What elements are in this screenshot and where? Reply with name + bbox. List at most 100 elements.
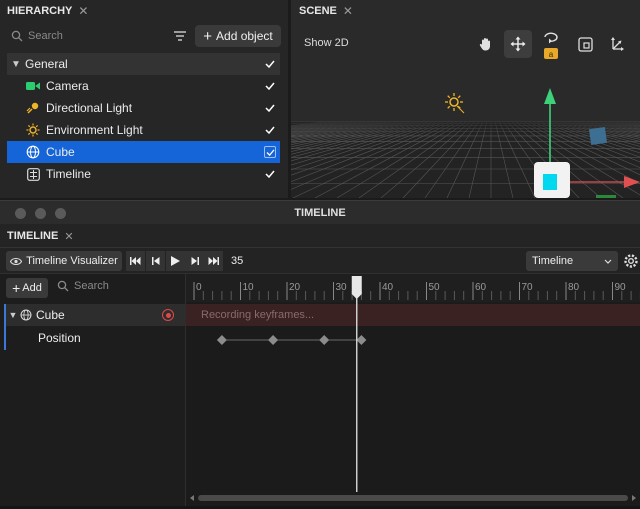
timeline-select[interactable]: Timeline — [526, 251, 618, 271]
distant-cube[interactable] — [588, 126, 608, 146]
track-search-input[interactable] — [74, 280, 174, 292]
keyframe[interactable] — [356, 335, 367, 345]
scale-tool-button[interactable] — [571, 30, 599, 58]
tree-item-environment-light[interactable]: Environment Light — [7, 119, 280, 141]
scroll-left-icon[interactable] — [190, 495, 194, 501]
transform-icon — [611, 37, 624, 51]
scroll-right-icon[interactable] — [632, 495, 636, 501]
timeline-tab[interactable]: TIMELINE ✕ — [7, 230, 74, 243]
track-row-cube[interactable]: ▼ Cube — [4, 304, 186, 326]
ruler-label: 10 — [243, 282, 255, 293]
skip-end-icon — [208, 257, 219, 265]
timeline-icon — [25, 166, 41, 182]
chevron-down-icon[interactable]: ▼ — [7, 59, 25, 70]
window-titlebar[interactable]: TIMELINE — [0, 200, 640, 224]
rotate-tool-button[interactable]: a — [537, 30, 565, 59]
hand-tool-button[interactable] — [472, 30, 500, 58]
previous-frame-button[interactable] — [146, 251, 165, 271]
transform-tool-button[interactable] — [603, 30, 631, 58]
close-icon[interactable]: ✕ — [78, 4, 88, 18]
play-button[interactable] — [166, 251, 185, 271]
y-axis-arrow[interactable] — [544, 88, 556, 104]
directional-light-icon — [25, 100, 41, 116]
track-list-panel: + Add ▼ Cube Position — [0, 274, 186, 509]
tree-item-timeline[interactable]: Timeline — [7, 163, 280, 185]
plus-icon: + — [12, 280, 21, 296]
timeline-tabbar: TIMELINE ✕ — [0, 224, 640, 248]
timeline-visualizer-button[interactable]: Timeline Visualizer — [6, 251, 122, 271]
gear-icon[interactable] — [622, 252, 640, 270]
close-icon[interactable]: ✕ — [64, 230, 73, 243]
current-frame-field[interactable]: 35 — [231, 255, 243, 267]
camera-icon — [25, 78, 41, 94]
track-search[interactable] — [57, 280, 174, 292]
tree-item-label: Environment Light — [46, 123, 143, 137]
timeline-select-value: Timeline — [532, 255, 574, 267]
visibility-check-icon[interactable] — [264, 124, 276, 136]
sun-icon — [25, 122, 41, 138]
track-label: Cube — [36, 308, 65, 322]
play-icon — [171, 256, 180, 266]
timeline-canvas[interactable]: 0 10 20 30 40 50 60 70 80 90 — [186, 274, 640, 509]
scroll-thumb[interactable] — [198, 495, 628, 501]
previous-frame-icon — [151, 257, 159, 265]
keyframe[interactable] — [319, 335, 330, 345]
add-object-label: Add object — [216, 29, 273, 43]
visibility-check-icon[interactable] — [264, 80, 276, 92]
move-icon — [510, 36, 526, 52]
z-axis-hint — [596, 195, 616, 198]
globe-icon — [20, 309, 32, 321]
add-track-label: Add — [22, 282, 42, 294]
visibility-check-icon[interactable] — [264, 146, 276, 158]
close-icon[interactable]: ✕ — [343, 4, 353, 18]
hand-icon — [479, 38, 490, 51]
tree-item-label: Directional Light — [46, 101, 133, 115]
tree-item-camera[interactable]: Camera — [7, 75, 280, 97]
ruler-label: 90 — [615, 282, 627, 293]
filter-icon[interactable] — [171, 27, 189, 45]
next-frame-icon — [191, 257, 199, 265]
visibility-check-icon[interactable] — [264, 102, 276, 114]
keyframe[interactable] — [216, 335, 227, 345]
tree-item-label: Camera — [46, 79, 89, 93]
timeline-tab-label: TIMELINE — [7, 230, 59, 242]
next-frame-button[interactable] — [185, 251, 204, 271]
hierarchy-tab-label: HIERARCHY — [7, 5, 73, 17]
tree-group-general[interactable]: ▼ General — [7, 53, 280, 75]
search-input[interactable] — [28, 30, 158, 42]
ruler-label: 60 — [475, 282, 487, 293]
svg-text:a: a — [549, 50, 554, 59]
visibility-check-icon[interactable] — [264, 58, 276, 70]
sun-icon[interactable] — [445, 93, 465, 114]
show-2d-toggle[interactable]: Show 2D — [304, 37, 349, 49]
cube-face — [543, 174, 557, 190]
tree-item-cube[interactable]: Cube — [7, 141, 280, 163]
hierarchy-tab[interactable]: HIERARCHY ✕ — [0, 0, 88, 22]
ruler-label: 70 — [522, 282, 534, 293]
track-row-position[interactable]: Position — [4, 326, 186, 350]
scene-tab[interactable]: SCENE ✕ — [291, 0, 353, 22]
horizontal-scrollbar[interactable] — [190, 494, 636, 502]
add-track-button[interactable]: + Add — [6, 278, 48, 298]
chevron-down-icon[interactable]: ▼ — [6, 310, 20, 320]
record-icon — [165, 312, 171, 318]
search-icon — [57, 280, 69, 292]
tree-item-label: General — [25, 57, 68, 71]
visibility-check-icon[interactable] — [264, 168, 276, 180]
track-label: Position — [38, 331, 81, 345]
ruler-label: 0 — [196, 282, 202, 293]
playhead-handle[interactable] — [351, 276, 362, 299]
add-object-button[interactable]: + Add object — [195, 25, 281, 47]
timeline-area[interactable]: Recording keyframes... 0 10 20 30 40 50 60 70 80… — [186, 274, 640, 509]
keyframe[interactable] — [268, 335, 279, 345]
tree-item-directional-light[interactable]: Directional Light — [7, 97, 280, 119]
move-tool-button[interactable] — [504, 30, 532, 58]
record-button[interactable] — [162, 309, 174, 321]
skip-to-start-button[interactable] — [126, 251, 145, 271]
ruler-label: 20 — [289, 282, 301, 293]
hierarchy-search[interactable] — [8, 26, 166, 46]
globe-icon — [25, 144, 41, 160]
ruler-label: 80 — [568, 282, 580, 293]
hierarchy-panel: HIERARCHY ✕ + Add object ▼ General Camer… — [0, 0, 288, 198]
skip-to-end-button[interactable] — [204, 251, 223, 271]
